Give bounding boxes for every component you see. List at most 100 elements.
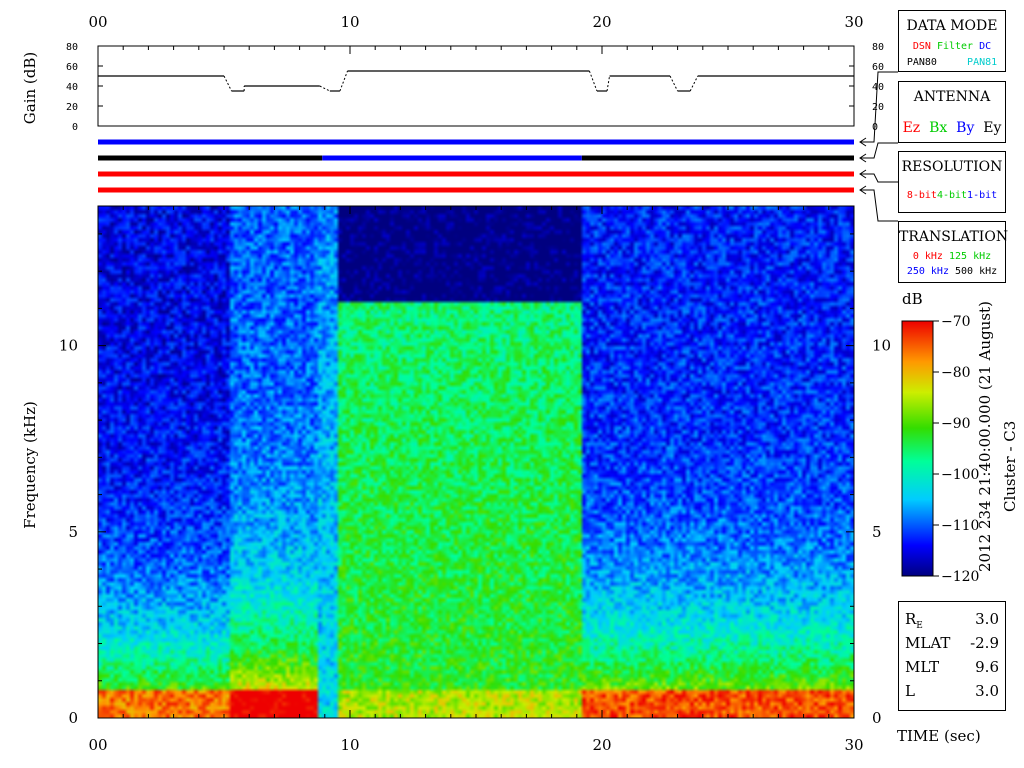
resolution-title: RESOLUTION [901, 159, 1003, 175]
colorbar-tick-label: −90 [941, 416, 971, 432]
y-tick-label-right: 5 [872, 523, 882, 541]
y-tick-label: 5 [68, 523, 78, 541]
colorbar-tick-label: −120 [941, 569, 979, 585]
data-mode-title: DATA MODE [906, 18, 998, 34]
gain-tick-label-right: 60 [872, 62, 884, 73]
translation-500khz: 500 kHz [955, 266, 998, 277]
data-mode-dc: DC [979, 41, 992, 52]
x-tick-label: 20 [592, 736, 611, 754]
resolution-row: 8-bit4-bit1-bit [899, 190, 1005, 201]
side-label: 2012 234 21:40:00.000 (21 August) [976, 301, 994, 572]
antenna-box: ANTENNA Ez Bx By Ey [898, 81, 1006, 143]
position-row-l: L 3.0 [905, 682, 999, 704]
gain-tick-label: 60 [66, 62, 78, 73]
colorbar-tick-label: −100 [941, 467, 979, 483]
gain-ylabel: Gain (dB) [21, 52, 39, 124]
colorbar-unit: dB [902, 290, 923, 308]
data-mode-pan81: PAN81 [967, 57, 998, 68]
data-mode-filter: Filter [936, 41, 974, 52]
data-mode-bar [98, 139, 854, 145]
gain-tick-label: 80 [66, 42, 78, 53]
antenna-by: By [956, 120, 975, 136]
colorbar-tick-label: −70 [941, 314, 971, 330]
status-bars [98, 139, 854, 193]
antenna-bar [322, 155, 582, 161]
x-tick-label: 30 [844, 736, 863, 754]
position-value-re: 3.0 [975, 610, 999, 628]
antenna-bx: Bx [929, 120, 948, 136]
spectrogram-image [98, 206, 854, 718]
top-x-tick-label: 30 [844, 13, 863, 31]
chart: 80 8060 6040 4020 200 0 Gain (dB) 0 05 510 10 Fr… [21, 13, 1019, 754]
x-tick-label: 10 [340, 736, 359, 754]
antenna-title: ANTENNA [913, 89, 991, 105]
top-x-tick-label: 10 [340, 13, 359, 31]
gain-transition [339, 70, 348, 92]
data-mode-row1: DSN Filter DC [899, 41, 1005, 52]
position-key-l: L [905, 682, 915, 700]
antenna-ez: Ez [902, 120, 921, 136]
antenna-ey: Ey [983, 120, 1002, 136]
top-x-tick-label: 00 [88, 13, 107, 31]
data-mode-pan80: PAN80 [906, 57, 937, 68]
gain-tick-label-right: 80 [872, 42, 884, 53]
translation-0khz: 0 kHz [912, 251, 943, 262]
x-tick-label: 00 [88, 736, 107, 754]
legend-connector [860, 189, 898, 222]
colorbar: dB −70 −80 −90 −100 −110 −120 2012 234 21:40:… [901, 290, 1019, 585]
data-mode-dsn: DSN [912, 41, 931, 52]
gain-panel: 80 8060 6040 4020 200 0 Gain (dB) [21, 42, 884, 133]
translation-box: TRANSLATION 0 kHz 125 kHz 250 kHz 500 kH… [898, 221, 1009, 283]
gain-tick-label: 20 [66, 102, 78, 113]
position-value-mlt: 9.6 [975, 658, 999, 676]
resolution-1bit: 1-bit [967, 190, 998, 201]
y-axis-label: Frequency (kHz) [21, 401, 39, 529]
gain-transition [669, 75, 679, 92]
gain-tick-label: 40 [66, 82, 78, 93]
y-tick-label: 10 [59, 337, 78, 355]
position-value-mlat: -2.9 [970, 634, 999, 652]
top-x-tick-label: 20 [592, 13, 611, 31]
gain-transition [223, 75, 233, 92]
gain-tick-label: 0 [72, 122, 78, 133]
position-key-mlt: MLT [905, 658, 940, 676]
resolution-bar [98, 171, 854, 177]
position-value-l: 3.0 [975, 682, 999, 700]
gain-frame [97, 45, 855, 127]
translation-title: TRANSLATION [899, 229, 1009, 245]
legend-connectors [859, 71, 898, 222]
resolution-8bit: 8-bit [906, 190, 937, 201]
data-mode-row2: PAN80 PAN81 [899, 57, 1005, 68]
colorbar-gradient [901, 320, 934, 577]
y-tick-label: 0 [68, 709, 78, 727]
translation-125khz: 125 kHz [948, 251, 992, 262]
gain-transition [689, 75, 699, 92]
position-row-mlat: MLAT -2.9 [905, 634, 999, 656]
antenna-bar [581, 155, 854, 161]
gain-transition [588, 70, 598, 92]
resolution-4bit: 4-bit [936, 190, 968, 201]
gain-transition [606, 75, 611, 92]
colorbar-tick-label: −80 [941, 365, 971, 381]
translation-row1: 0 kHz 125 kHz [899, 251, 1005, 262]
spectrogram: 0 0 5 5 10 10 Frequency (kHz) [21, 205, 891, 727]
gain-tick-label-right: 20 [872, 102, 884, 113]
data-mode-box: DATA MODE DSN Filter DC PAN80 PAN81 [898, 10, 1006, 72]
translation-row2: 250 kHz 500 kHz [899, 266, 1005, 277]
resolution-box: RESOLUTION 8-bit4-bit1-bit [898, 151, 1006, 213]
position-row-mlt: MLT 9.6 [905, 658, 999, 680]
translation-bar [98, 187, 854, 193]
spacecraft-label: Cluster - C3 [1001, 421, 1019, 512]
y-tick-label-right: 10 [872, 337, 891, 355]
position-key-mlat: MLAT [905, 634, 951, 652]
position-row-re: RE 3.0 [905, 610, 999, 632]
position-key-re: RE [905, 610, 923, 631]
antenna-bar [98, 155, 323, 161]
y-tick-label-right: 0 [872, 709, 882, 727]
colorbar-tick-label: −110 [941, 518, 979, 534]
translation-250khz: 250 kHz [906, 266, 949, 277]
x-axis-label: TIME (sec) [897, 727, 981, 745]
position-box: RE 3.0 MLAT -2.9 MLT 9.6 L 3.0 [898, 601, 1006, 711]
gain-tick-label-right: 40 [872, 82, 884, 93]
antenna-row: Ez Bx By Ey [899, 120, 1005, 136]
